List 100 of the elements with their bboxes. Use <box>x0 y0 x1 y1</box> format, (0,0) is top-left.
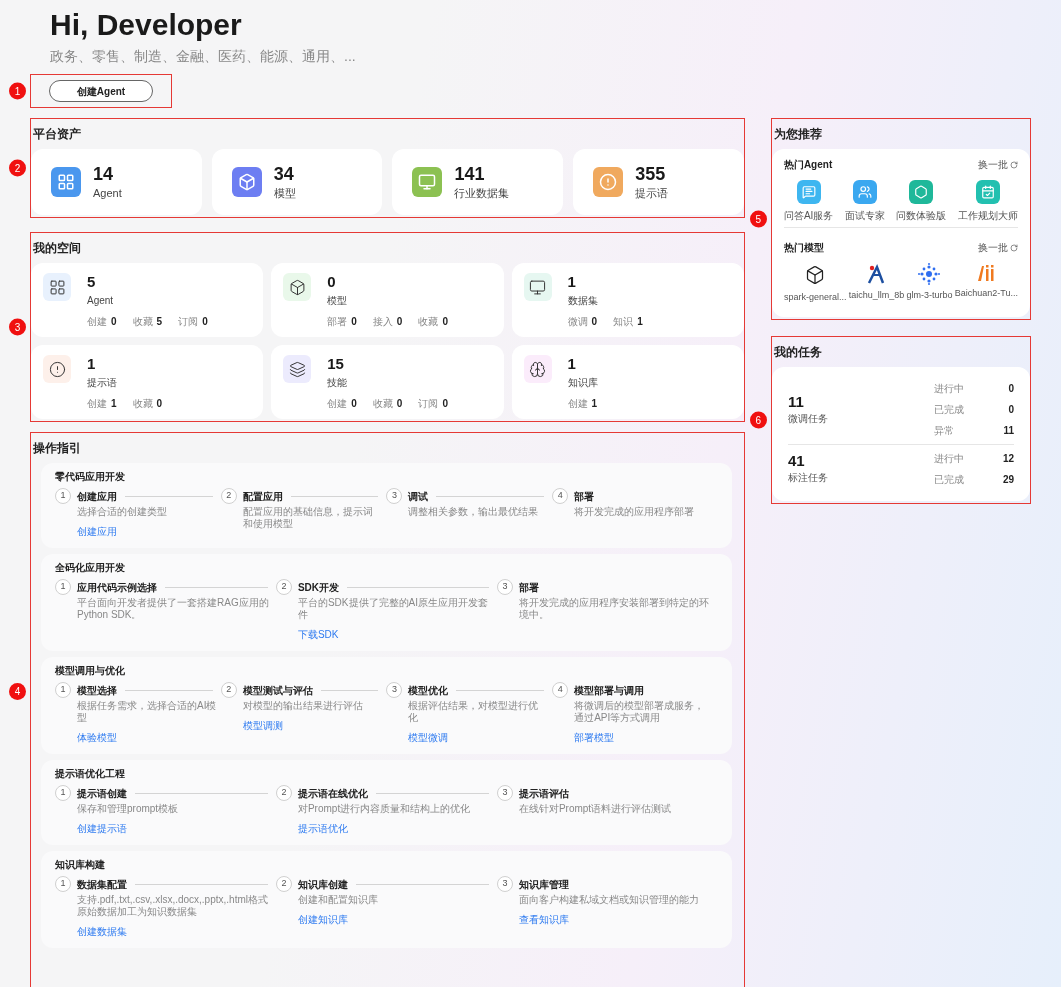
stat-label: 部署 <box>327 315 348 329</box>
asset-label: 提示语 <box>635 185 669 201</box>
task-stat-label: 进行中 <box>934 451 964 466</box>
recommend-item-label[interactable]: 面试专家 <box>844 208 885 223</box>
space-label: Agent <box>87 294 115 308</box>
stat-value: 0 <box>351 397 357 411</box>
step-number: 1 <box>55 682 71 698</box>
guide-title: 零代码应用开发 <box>55 470 126 484</box>
callout-number: 4 <box>9 683 26 700</box>
recommend-item-label[interactable]: 工作规划大师 <box>957 208 1018 223</box>
step-number: 2 <box>275 579 292 595</box>
task-stat-label: 异常 <box>934 423 954 438</box>
step-title: 模型优化 <box>408 683 449 698</box>
step-link[interactable]: 下载SDK <box>297 629 339 641</box>
space-count: 1 <box>567 355 577 373</box>
asset-count: 14 <box>93 162 115 185</box>
section-title: 我的空间 <box>32 240 82 257</box>
step-description: 支持.pdf,.txt,.csv,.xlsx,.docx,.pptx,.html格式原始数据加工为知识数据集 <box>77 894 269 918</box>
step-title: 部署 <box>518 580 539 595</box>
step-link[interactable]: 创建数据集 <box>77 926 127 938</box>
asset-card[interactable]: 34 模型 <box>211 149 383 215</box>
stat-label: 收藏 <box>132 397 153 411</box>
recommend-item-label[interactable]: spark-general... <box>783 291 847 305</box>
step-title: 模型测试与评估 <box>242 683 313 698</box>
asset-card[interactable]: 141 行业数据集 <box>392 149 564 215</box>
step-number: 2 <box>220 488 237 504</box>
step-link[interactable]: 体验模型 <box>77 732 117 744</box>
space-card[interactable]: 5 Agent 创建 0 收藏 5 订阅 0 <box>31 263 264 337</box>
asset-label: Agent <box>93 185 122 201</box>
exclamation-icon <box>593 167 624 197</box>
space-card[interactable]: 1 数据集 微调 0 知识 1 <box>511 263 744 337</box>
task-stat-value: 0 <box>1008 402 1014 417</box>
refresh-button[interactable]: 换一批 <box>978 157 1018 172</box>
refresh-button[interactable]: 换一批 <box>978 240 1018 255</box>
stat-label: 创建 <box>567 397 588 411</box>
stat-value: 5 <box>156 315 163 329</box>
callout-number: 3 <box>9 318 26 336</box>
space-label: 知识库 <box>567 376 598 390</box>
stat-value: 1 <box>637 315 643 329</box>
monitor-icon <box>412 167 443 197</box>
step-description: 根据任务需求，选择合适的AI模型 <box>77 700 217 724</box>
step-number: 3 <box>386 488 403 504</box>
stat-label: 收藏 <box>372 397 393 411</box>
step-description: 选择合适的创建类型 <box>77 506 168 518</box>
step-title: SDK开发 <box>297 580 340 595</box>
stat-label: 收藏 <box>132 315 153 329</box>
step-title: 提示语在线优化 <box>297 786 368 801</box>
step-link[interactable]: 查看知识库 <box>518 914 569 926</box>
recommend-item-label[interactable]: 问答AI服务 <box>783 208 834 223</box>
step-number: 3 <box>496 876 513 892</box>
task-count: 11 <box>787 392 805 411</box>
task-stat-value: 29 <box>1002 472 1014 487</box>
task-label: 微调任务 <box>787 411 828 426</box>
create-agent-button[interactable]: 创建Agent <box>49 80 153 102</box>
space-count: 0 <box>327 273 337 291</box>
step-description: 对Prompt进行内容质量和结构上的优化 <box>297 803 472 815</box>
space-card[interactable]: 15 技能 创建 0 收藏 0 订阅 0 <box>271 345 504 419</box>
recommend-item-label[interactable]: glm-3-turbo <box>906 289 953 303</box>
step-title: 应用代码示例选择 <box>77 580 157 595</box>
task-stat-label: 已完成 <box>934 402 964 417</box>
cube-icon <box>231 167 262 197</box>
step-description: 在线针对Prompt语料进行评估测试 <box>518 803 673 815</box>
space-card[interactable]: 0 模型 部署 0 接入 0 收藏 0 <box>271 263 504 337</box>
step-number: 2 <box>220 682 237 698</box>
stat-label: 微调 <box>567 315 588 329</box>
step-description: 配置应用的基础信息，提示词和使用模型 <box>242 506 374 530</box>
stat-label: 订阅 <box>178 315 199 329</box>
refresh-icon <box>1010 243 1018 252</box>
step-link[interactable]: 提示语优化 <box>297 823 348 835</box>
step-link[interactable]: 创建知识库 <box>297 914 348 926</box>
asset-card[interactable]: 14 Agent <box>31 149 202 215</box>
callout-number: 5 <box>749 210 767 228</box>
step-description: 调整相关参数，输出最优结果 <box>408 506 540 518</box>
step-link[interactable]: 创建应用 <box>77 526 117 538</box>
step-link[interactable]: 部署模型 <box>574 732 615 744</box>
step-link[interactable]: 模型调测 <box>242 720 283 732</box>
step-description: 将开发完成的应用程序安装部署到特定的环境中。 <box>518 597 710 621</box>
guide-title: 提示语优化工程 <box>55 767 126 781</box>
figure-icon <box>866 263 887 285</box>
step-description: 平台面向开发者提供了一套搭建RAG应用的Python SDK。 <box>77 597 270 621</box>
asset-card[interactable]: 355 提示语 <box>573 149 744 215</box>
step-title: 调试 <box>408 489 429 504</box>
stat-value: 1 <box>111 397 117 411</box>
step-title: 知识库管理 <box>518 877 569 892</box>
step-description: 根据评估结果，对模型进行优化 <box>408 700 540 724</box>
space-card[interactable]: 1 提示语 创建 1 收藏 0 <box>31 345 264 419</box>
callout-number: 2 <box>9 159 26 177</box>
step-title: 数据集配置 <box>77 877 127 892</box>
task-stat-value: 0 <box>1008 381 1014 396</box>
recommend-item-label[interactable]: Baichuan2-Tu... <box>954 287 1018 301</box>
step-link[interactable]: 创建提示语 <box>77 823 127 835</box>
space-card[interactable]: 1 知识库 创建 1 <box>511 345 744 419</box>
step-link[interactable]: 模型微调 <box>408 732 449 744</box>
stat-label: 创建 <box>87 315 107 329</box>
step-description: 面向客户构建私域文档或知识管理的能力 <box>518 894 700 906</box>
recommend-item-label[interactable]: 问数体验版 <box>896 208 947 223</box>
step-description: 将微调后的模型部署成服务，通过API等方式调用 <box>574 700 706 724</box>
stat-value: 0 <box>591 315 598 329</box>
asset-label: 模型 <box>273 185 296 201</box>
recommend-item-label[interactable]: taichu_llm_8b <box>848 289 905 303</box>
